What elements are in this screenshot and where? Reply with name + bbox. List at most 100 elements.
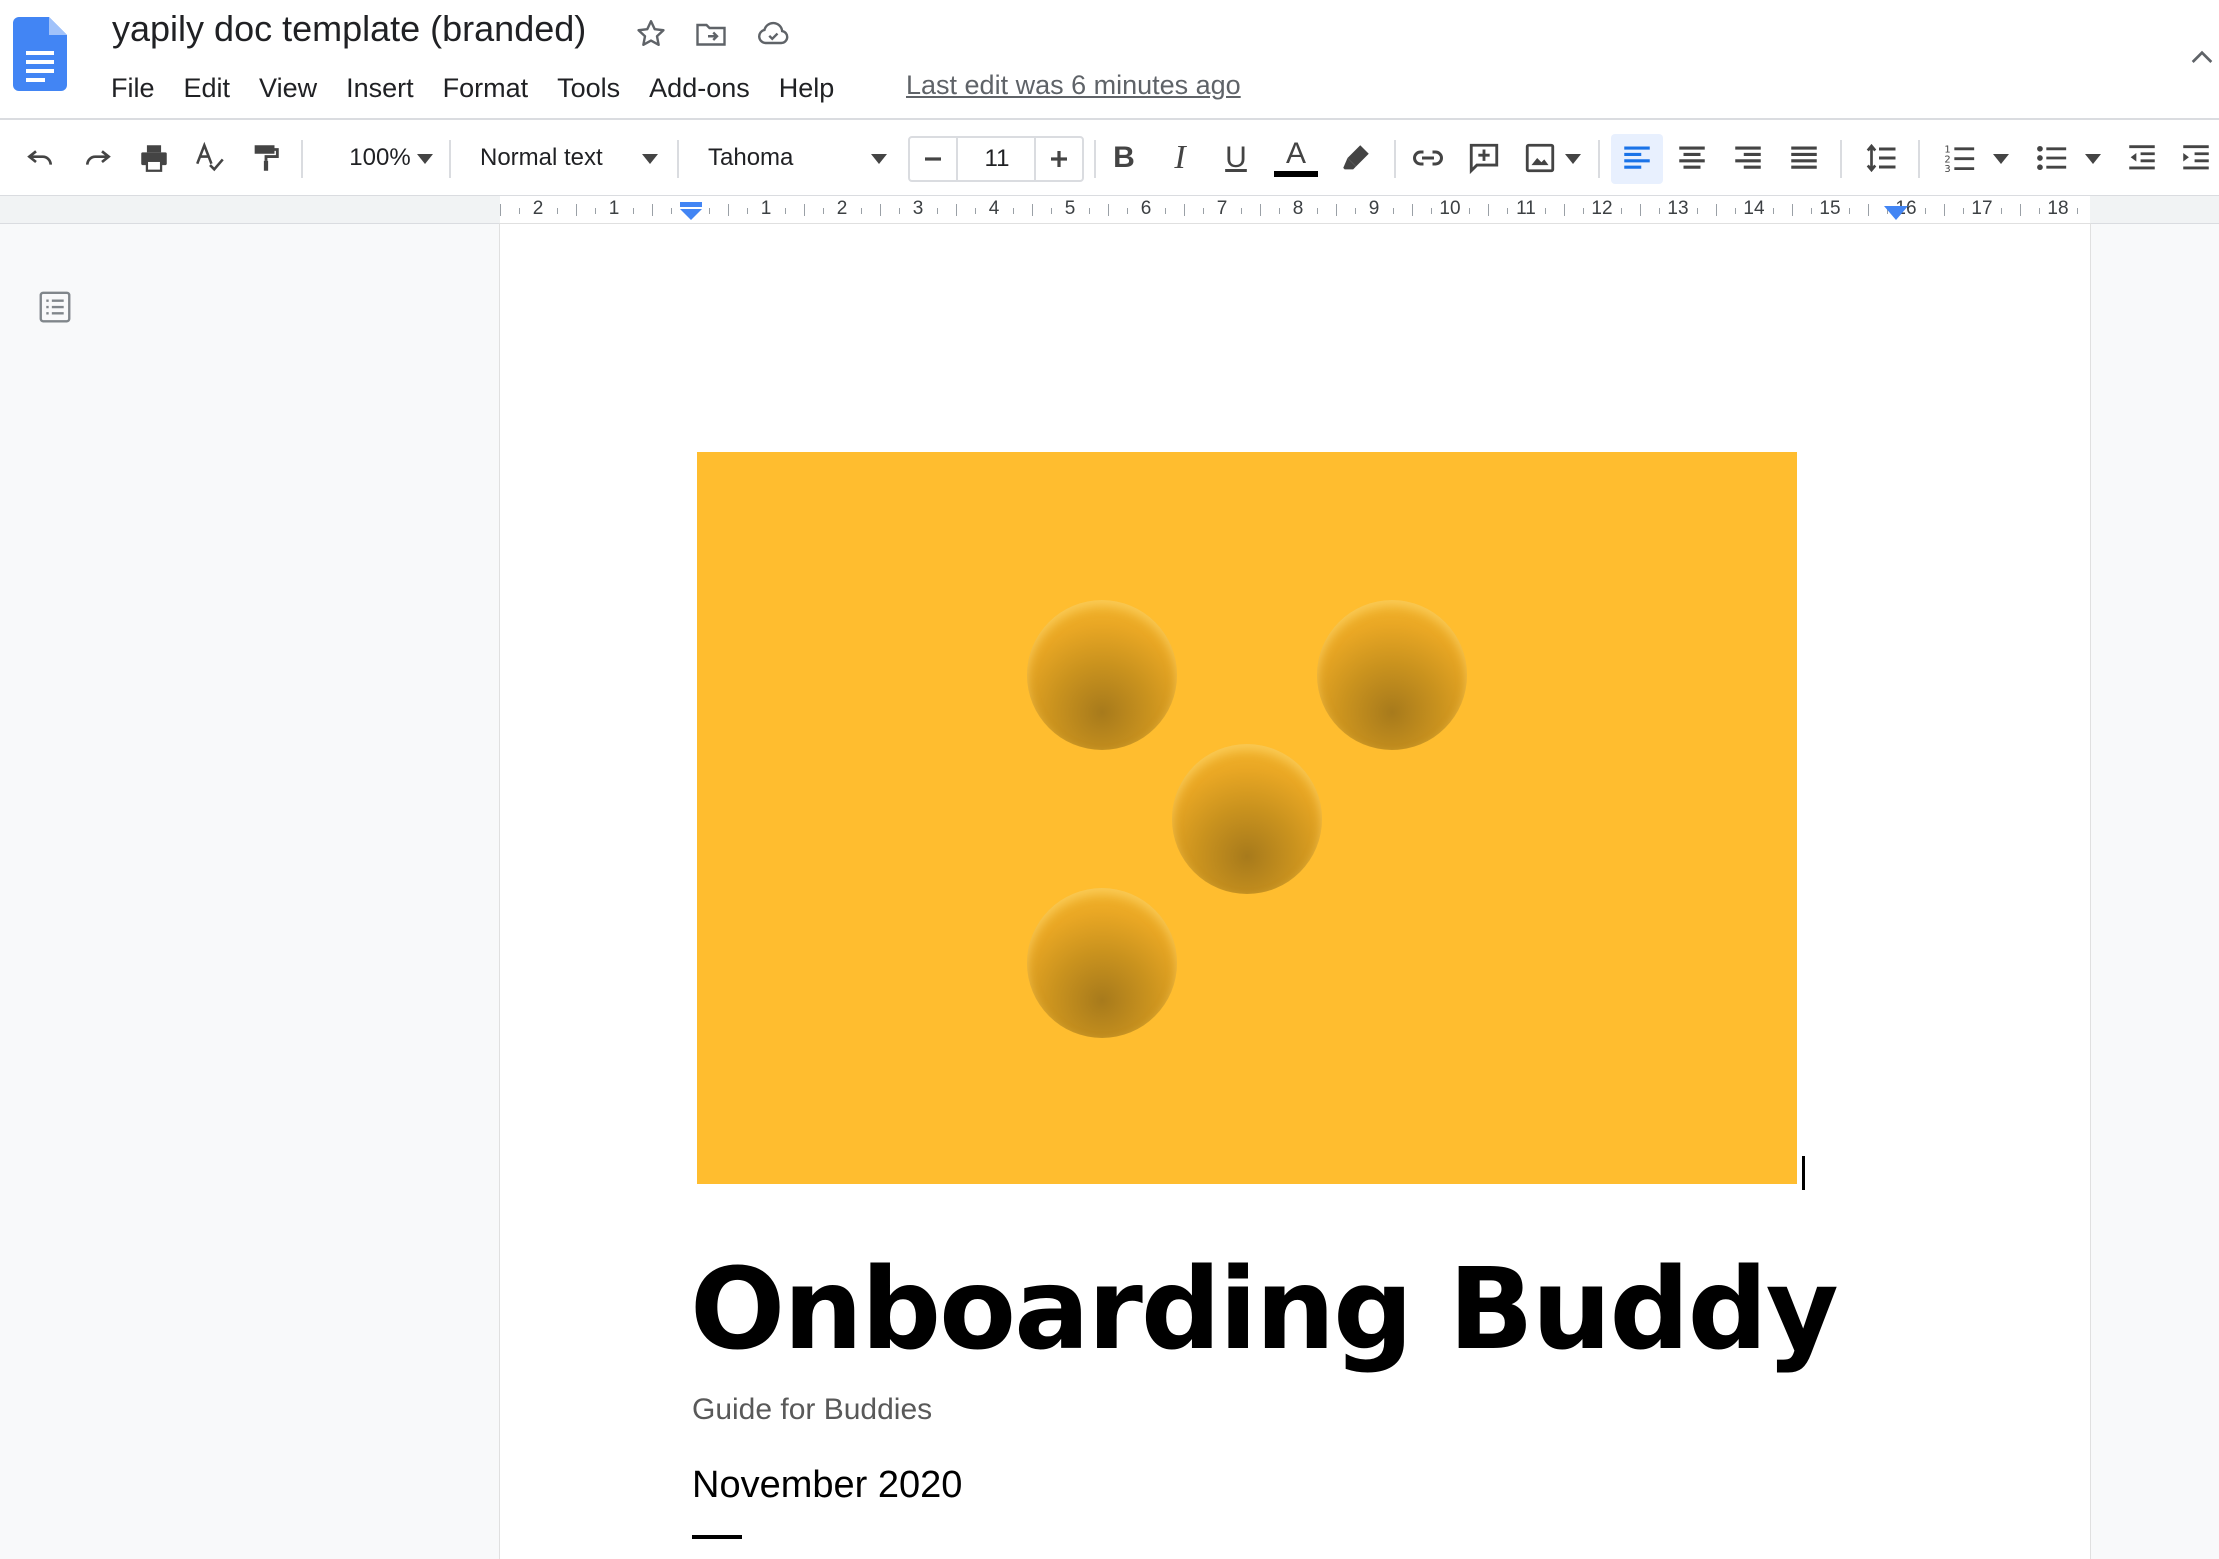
ruler-tick bbox=[1488, 204, 1489, 216]
ruler-label: 2 bbox=[532, 198, 544, 219]
ruler-tick bbox=[1412, 204, 1413, 216]
ruler-tick bbox=[747, 208, 748, 214]
document-title[interactable]: yapily doc template (branded) bbox=[112, 8, 586, 50]
ruler-label: 15 bbox=[1819, 198, 1841, 219]
ruler-label: 1 bbox=[608, 198, 620, 219]
document-outline-icon[interactable] bbox=[36, 288, 74, 326]
docs-logo-icon[interactable] bbox=[13, 17, 67, 91]
text-cursor bbox=[1802, 1156, 1805, 1190]
move-to-folder-icon[interactable] bbox=[693, 16, 729, 52]
line-spacing-icon[interactable] bbox=[1862, 138, 1902, 178]
yapily-dot-3 bbox=[1172, 744, 1322, 894]
menu-insert[interactable]: Insert bbox=[346, 73, 414, 104]
ruler-tick bbox=[975, 208, 976, 214]
redo-icon[interactable] bbox=[78, 138, 118, 178]
zoom-dropdown-icon[interactable] bbox=[410, 138, 440, 178]
ruler-tick bbox=[1735, 208, 1736, 214]
ruler-tick bbox=[1184, 204, 1185, 216]
ruler-tick bbox=[861, 208, 862, 214]
ruler-label: 3 bbox=[912, 198, 924, 219]
insert-image-icon[interactable] bbox=[1520, 138, 1560, 178]
ruler-tick bbox=[956, 204, 957, 216]
ruler-label: 1 bbox=[760, 198, 772, 219]
ruler-label: 12 bbox=[1591, 198, 1613, 219]
align-center-icon[interactable] bbox=[1672, 138, 1712, 178]
ruler-tick bbox=[1925, 208, 1926, 214]
title-bar: yapily doc template (branded) File Edit … bbox=[0, 0, 2219, 118]
numbered-list-dropdown-icon[interactable] bbox=[1988, 138, 2014, 178]
decrease-indent-icon[interactable] bbox=[2122, 138, 2162, 178]
menu-add-ons[interactable]: Add-ons bbox=[649, 73, 750, 104]
increase-font-size-button[interactable] bbox=[1034, 138, 1082, 180]
italic-icon[interactable]: I bbox=[1160, 138, 1200, 178]
align-left-icon[interactable] bbox=[1617, 138, 1657, 178]
font-size-input[interactable]: 11 bbox=[958, 138, 1036, 180]
text-color-icon[interactable]: A bbox=[1272, 138, 1320, 178]
highlight-color-icon[interactable] bbox=[1336, 138, 1376, 178]
ruler-label: 2 bbox=[836, 198, 848, 219]
decrease-font-size-button[interactable] bbox=[910, 138, 958, 180]
menu-file[interactable]: File bbox=[111, 73, 155, 104]
ruler-tick bbox=[937, 208, 938, 214]
align-right-icon[interactable] bbox=[1728, 138, 1768, 178]
menu-view[interactable]: View bbox=[259, 73, 317, 104]
insert-link-icon[interactable] bbox=[1408, 138, 1448, 178]
document-date[interactable]: November 2020 bbox=[692, 1464, 962, 1507]
ruler-tick bbox=[1317, 208, 1318, 214]
bulleted-list-dropdown-icon[interactable] bbox=[2080, 138, 2106, 178]
yapily-dot-2 bbox=[1317, 600, 1467, 750]
ruler-tick bbox=[671, 208, 672, 214]
ruler-tick bbox=[1089, 208, 1090, 214]
menu-format[interactable]: Format bbox=[443, 73, 529, 104]
star-icon[interactable] bbox=[633, 16, 669, 52]
image-dropdown-icon[interactable] bbox=[1560, 138, 1586, 178]
ruler-label: 17 bbox=[1971, 198, 1993, 219]
ruler-tick bbox=[1469, 208, 1470, 214]
ruler-label: 7 bbox=[1216, 198, 1228, 219]
menu-edit[interactable]: Edit bbox=[184, 73, 231, 104]
ruler-tick bbox=[804, 204, 805, 216]
ruler-tick bbox=[1849, 208, 1850, 214]
ruler-tick bbox=[1431, 208, 1432, 214]
style-dropdown-icon[interactable] bbox=[635, 138, 665, 178]
last-edit-link[interactable]: Last edit was 6 minutes ago bbox=[906, 70, 1241, 101]
ruler-label: 9 bbox=[1368, 198, 1380, 219]
numbered-list-icon[interactable]: 123 bbox=[1940, 138, 1980, 178]
chevron-up-icon[interactable] bbox=[2186, 42, 2218, 74]
ruler-tick bbox=[1583, 208, 1584, 214]
cloud-saved-icon[interactable] bbox=[755, 16, 791, 52]
ruler-tick bbox=[1773, 208, 1774, 214]
increase-indent-icon[interactable] bbox=[2176, 138, 2216, 178]
document-subtitle[interactable]: Guide for Buddies bbox=[692, 1393, 932, 1427]
ruler-tick bbox=[1393, 208, 1394, 214]
right-indent-marker-icon[interactable] bbox=[1884, 206, 1908, 225]
paragraph-style-select[interactable]: Normal text bbox=[480, 138, 620, 178]
bold-icon[interactable]: B bbox=[1104, 138, 1144, 178]
add-comment-icon[interactable] bbox=[1464, 138, 1504, 178]
menu-help[interactable]: Help bbox=[779, 73, 835, 104]
bulleted-list-icon[interactable] bbox=[2032, 138, 2072, 178]
hero-image[interactable] bbox=[697, 452, 1797, 1184]
spellcheck-icon[interactable] bbox=[190, 138, 230, 178]
underline-icon[interactable]: U bbox=[1216, 138, 1256, 178]
font-family-select[interactable]: Tahoma bbox=[708, 138, 848, 178]
font-family-value: Tahoma bbox=[708, 144, 794, 171]
ruler-tick bbox=[785, 208, 786, 214]
left-indent-marker-icon[interactable] bbox=[678, 202, 704, 225]
undo-icon[interactable] bbox=[20, 138, 60, 178]
menu-tools[interactable]: Tools bbox=[557, 73, 620, 104]
ruler-tick bbox=[1127, 208, 1128, 214]
font-dropdown-icon[interactable] bbox=[864, 138, 894, 178]
ruler-tick bbox=[1621, 208, 1622, 214]
print-icon[interactable] bbox=[134, 138, 174, 178]
ruler-tick bbox=[1203, 208, 1204, 214]
ruler-label: 13 bbox=[1667, 198, 1689, 219]
paint-format-icon[interactable] bbox=[246, 138, 286, 178]
justify-icon[interactable] bbox=[1784, 138, 1824, 178]
ruler-tick bbox=[709, 208, 710, 214]
document-heading[interactable]: Onboarding Buddy bbox=[690, 1245, 1839, 1375]
ruler-tick bbox=[1355, 208, 1356, 214]
ruler-tick bbox=[1716, 204, 1717, 216]
ruler-tick bbox=[1279, 208, 1280, 214]
ruler-tick bbox=[1640, 204, 1641, 216]
